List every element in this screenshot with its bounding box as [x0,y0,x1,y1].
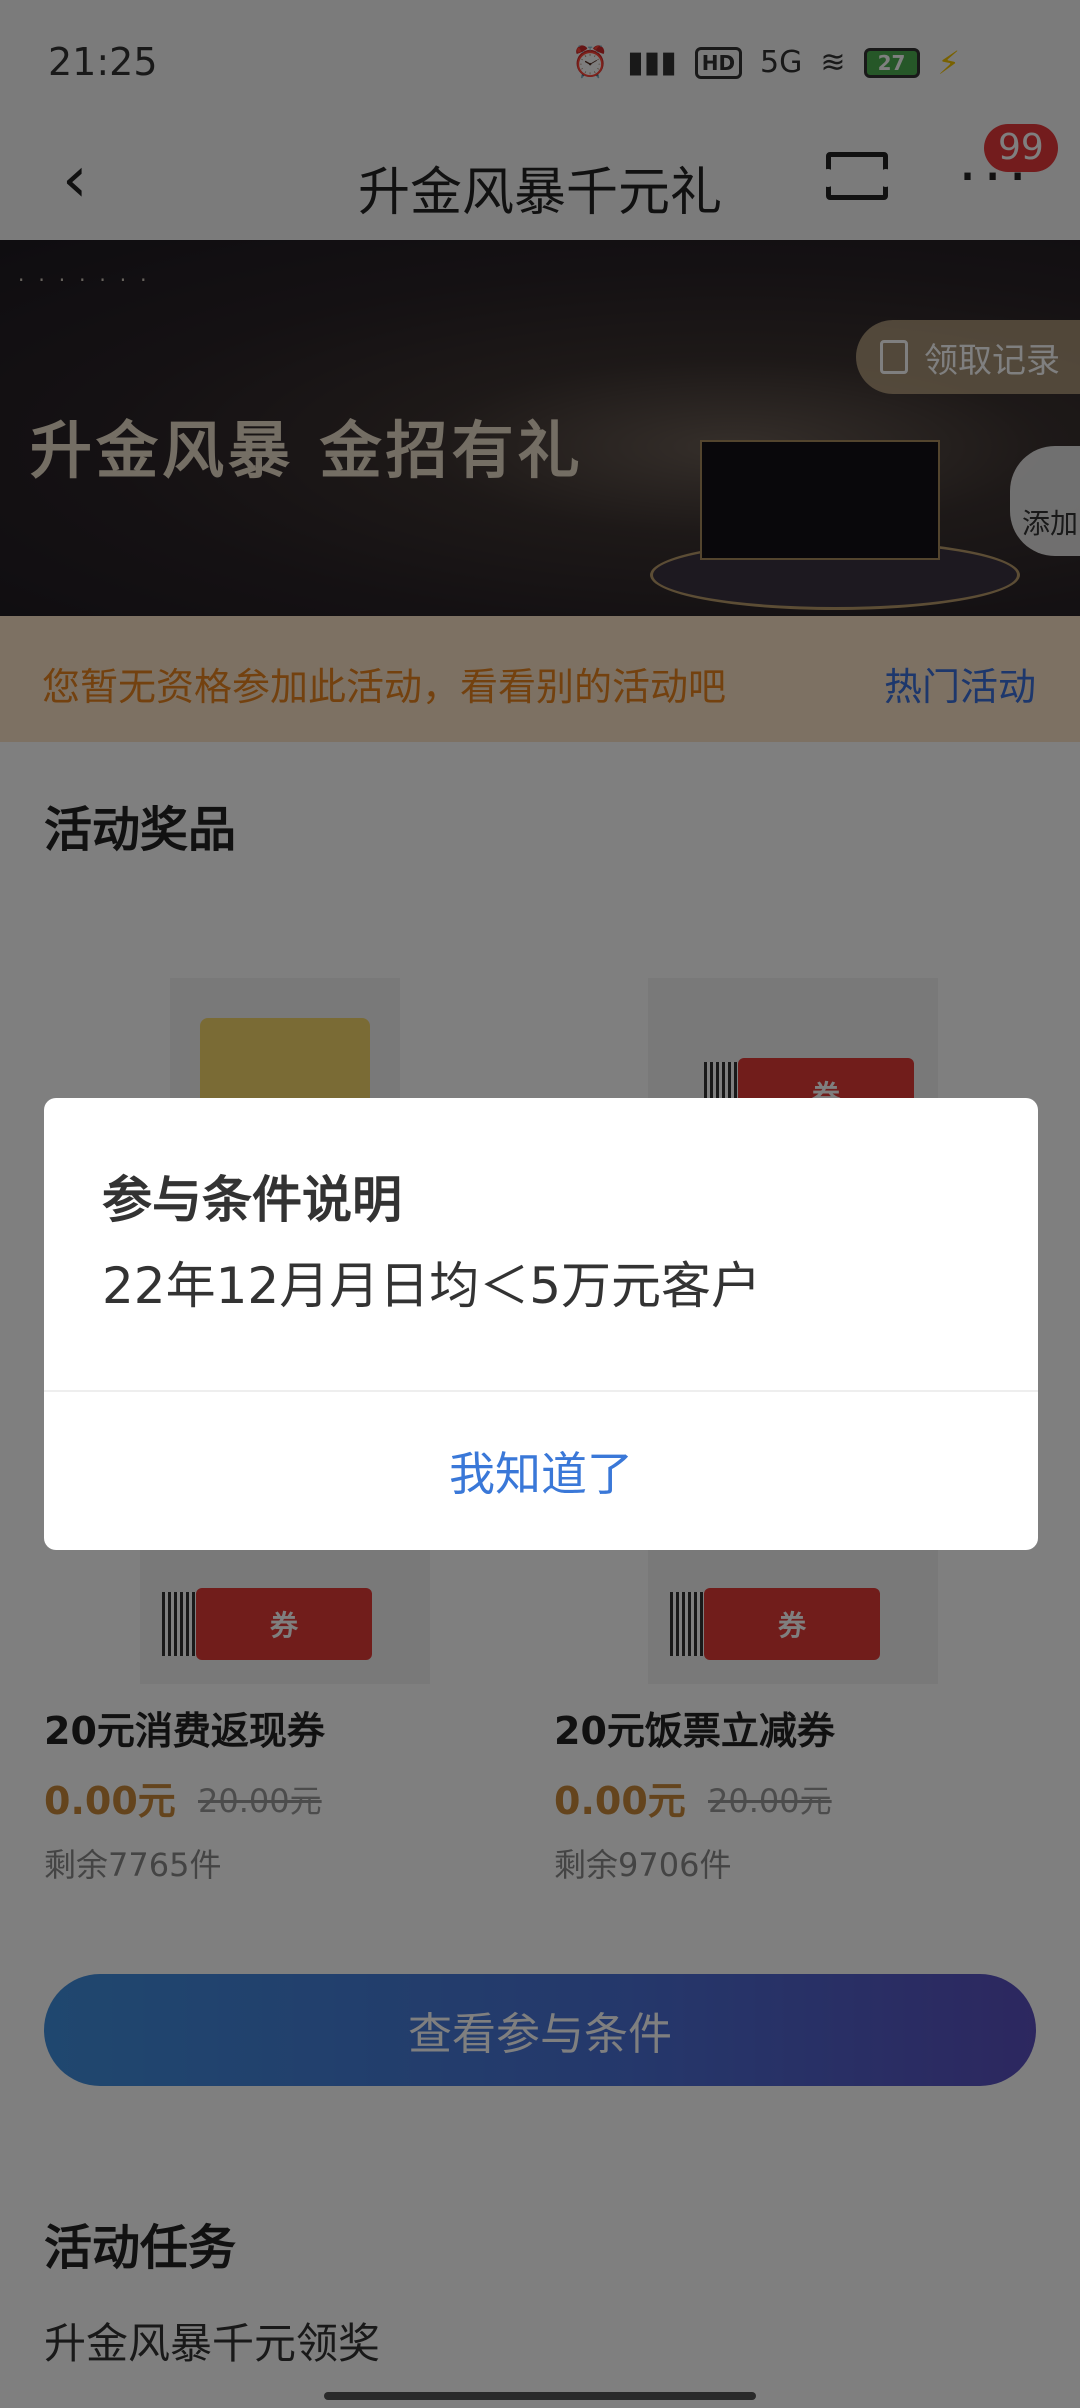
conditions-dialog: 参与条件说明 22年12月月日均＜5万元客户 我知道了 [44,1098,1038,1550]
dialog-title: 参与条件说明 [102,1171,402,1229]
got-it-button[interactable]: 我知道了 [44,1392,1038,1550]
dialog-body: 22年12月月日均＜5万元客户 [102,1257,762,1315]
